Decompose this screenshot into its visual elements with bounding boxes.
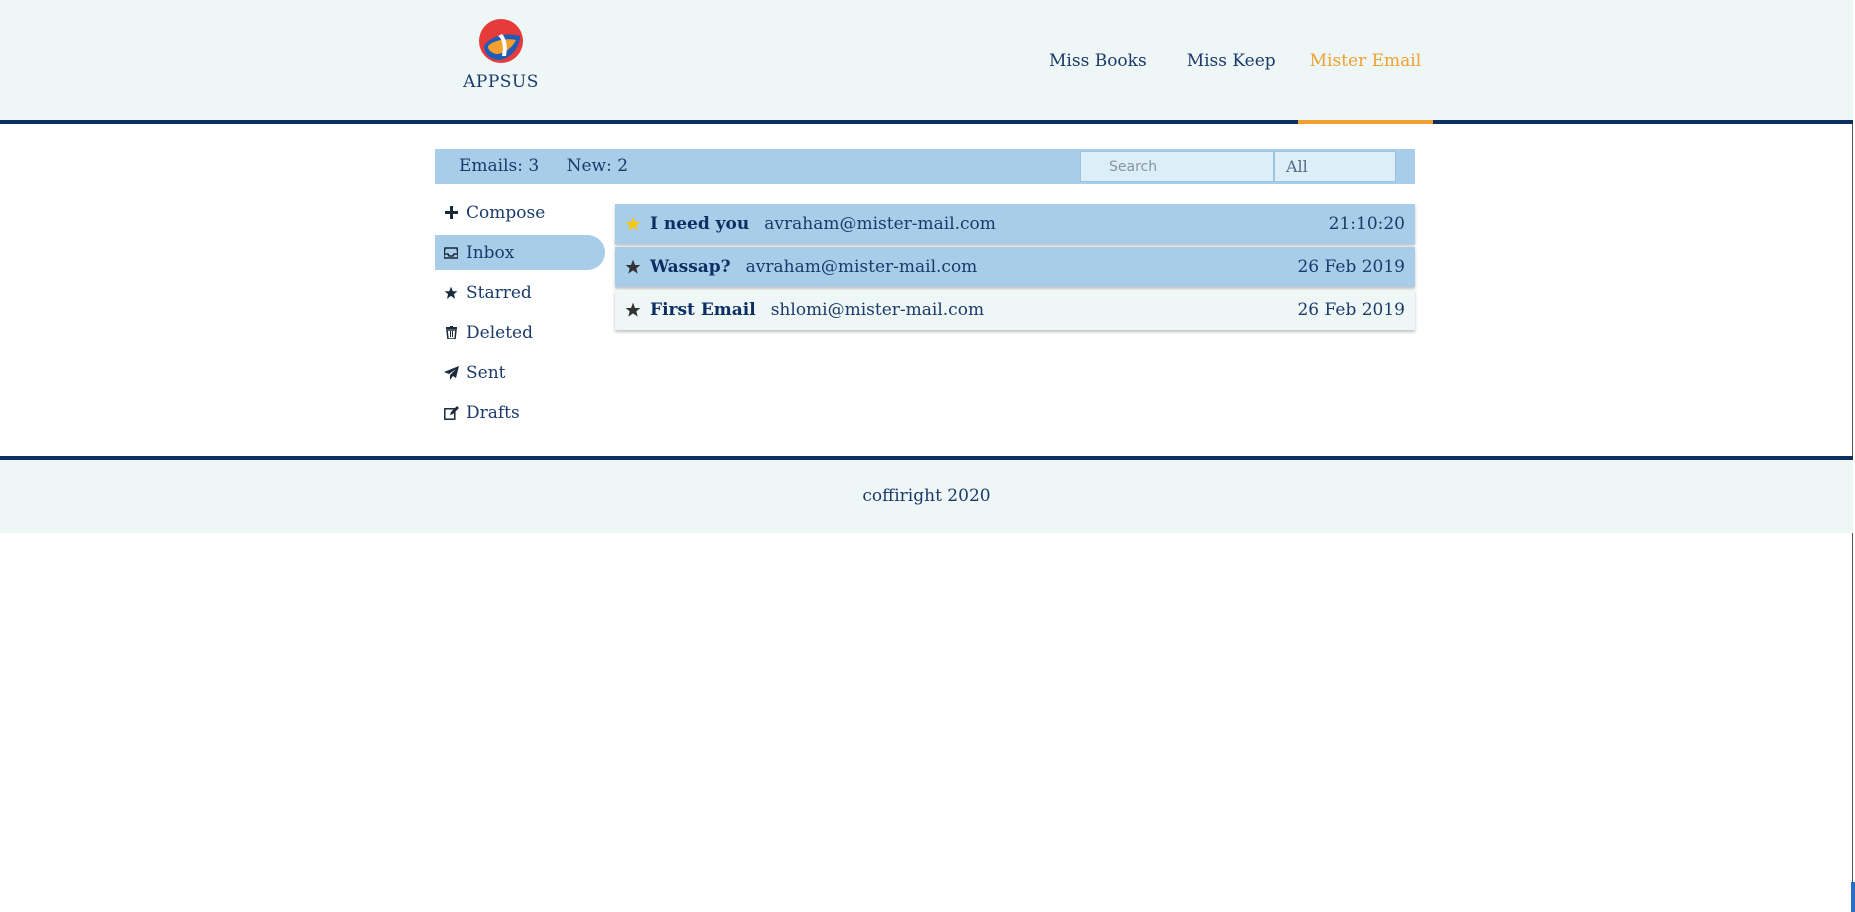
email-row[interactable]: Wassap? avraham@mister-mail.com 26 Feb 2… [615,247,1415,287]
sidebar-item-label: Sent [466,362,506,383]
star-icon[interactable] [625,259,641,275]
sidebar-item-label: Compose [466,202,546,223]
main-nav: Miss Books Miss Keep Mister Email [1040,0,1433,124]
email-date: 26 Feb 2019 [1297,257,1405,277]
trash-icon [442,325,460,341]
nav-miss-books[interactable]: Miss Books [1049,0,1147,120]
new-count: New: 2 [566,156,629,176]
email-from: avraham@mister-mail.com [764,214,996,234]
sidebar-item-label: Deleted [466,322,533,343]
star-icon [442,285,460,301]
paper-plane-icon [442,365,460,381]
email-row[interactable]: First Email shlomi@mister-mail.com 26 Fe… [615,290,1415,330]
edit-icon [442,405,460,421]
email-date: 21:10:20 [1328,214,1405,234]
star-icon[interactable] [625,216,641,232]
sidebar-item-deleted[interactable]: Deleted [435,315,605,350]
sidebar-item-inbox[interactable]: Inbox [435,235,605,270]
sidebar: Compose Inbox Starred Deleted Sent Draft… [435,195,605,435]
sidebar-item-starred[interactable]: Starred [435,275,605,310]
sidebar-item-compose[interactable]: Compose [435,195,605,230]
email-subject: Wassap? [650,257,731,277]
email-subject: First Email [650,300,756,320]
nav-mister-email[interactable]: Mister Email [1297,0,1433,124]
appsus-logo-icon [479,19,523,63]
email-row[interactable]: I need you avraham@mister-mail.com 21:10… [615,204,1415,244]
sidebar-item-label: Starred [466,282,532,303]
inbox-icon [442,245,460,261]
nav-miss-keep[interactable]: Miss Keep [1187,0,1276,120]
sidebar-item-label: Inbox [466,242,515,263]
logo[interactable]: APPSUS [460,16,542,92]
email-from: shlomi@mister-mail.com [770,300,985,320]
email-counts: Emails: 3 New: 2 [459,149,650,183]
sidebar-item-drafts[interactable]: Drafts [435,395,605,430]
email-app: Emails: 3 New: 2 All Compose Inbox Starr… [435,149,1415,423]
email-subject: I need you [650,214,750,234]
email-list: I need you avraham@mister-mail.com 21:10… [615,204,1415,333]
sidebar-item-sent[interactable]: Sent [435,355,605,390]
star-icon[interactable] [625,302,641,318]
email-from: avraham@mister-mail.com [745,257,978,277]
email-status-bar: Emails: 3 New: 2 All [435,149,1415,184]
emails-count: Emails: 3 [459,156,540,176]
app-header: APPSUS Miss Books Miss Keep Mister Email [0,0,1853,124]
app-logo-text: APPSUS [463,72,539,92]
copyright-text: coffiright 2020 [862,486,991,506]
app-footer: coffiright 2020 [0,456,1853,533]
filter-select[interactable]: All [1274,151,1396,182]
plus-icon [442,205,460,221]
email-date: 26 Feb 2019 [1297,300,1405,320]
window-edge-tab [1851,882,1855,912]
sidebar-item-label: Drafts [466,402,520,423]
search-input[interactable] [1080,151,1274,182]
